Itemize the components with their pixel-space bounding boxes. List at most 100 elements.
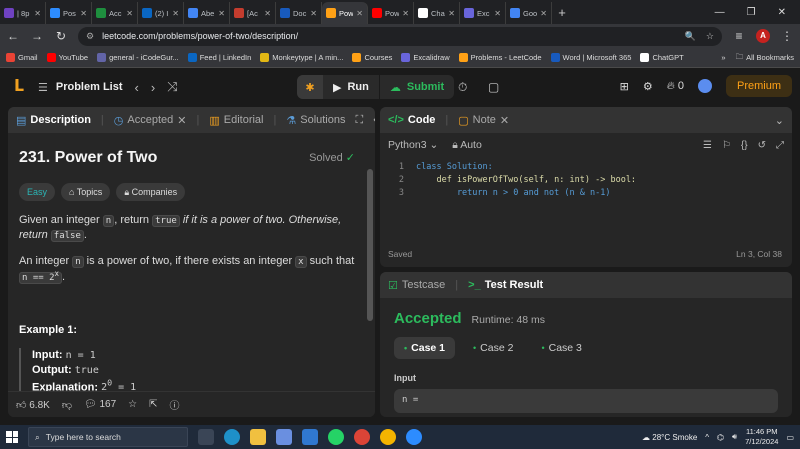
browser-tab[interactable]: Doc ✕ (276, 2, 322, 24)
close-icon[interactable]: ✕ (540, 9, 547, 18)
bookmark-item[interactable]: Monkeytype | A min... (260, 53, 343, 62)
tab-solutions[interactable]: ⚗ Solutions (286, 114, 345, 127)
browser-tab[interactable]: (2) I ✕ (138, 2, 184, 24)
topics-tag[interactable]: ⌂ Topics (61, 182, 111, 201)
close-icon[interactable]: ✕ (448, 9, 455, 18)
reset-icon[interactable]: ↺ (758, 140, 766, 151)
close-icon[interactable]: ✕ (218, 9, 225, 18)
autocomplete-toggle[interactable]: 🔒︎ Auto (452, 139, 482, 152)
close-icon[interactable]: ✕ (264, 9, 271, 18)
bookmark-item[interactable]: Problems - LeetCode (458, 53, 542, 62)
edge-icon[interactable] (224, 429, 240, 445)
new-tab-button[interactable]: + (552, 2, 572, 24)
forward-icon[interactable]: → (30, 29, 44, 43)
language-select[interactable]: Python3 ⌄ (388, 139, 438, 151)
dislike-button[interactable]: 👎︎ (62, 399, 72, 411)
bookmark-item[interactable]: Feed | LinkedIn (187, 53, 251, 62)
collapse-icon[interactable]: ‹ (373, 114, 375, 127)
zoom-icon[interactable]: 🔍 (685, 31, 696, 42)
chrome-profile-icon[interactable] (380, 429, 396, 445)
close-icon[interactable]: ✕ (126, 9, 133, 18)
menu-icon[interactable]: ⋮ (780, 29, 794, 43)
extensions-icon[interactable]: ≡ (732, 29, 746, 43)
close-icon[interactable]: ✕ (402, 9, 409, 18)
settings-icon[interactable]: ⚙ (643, 80, 653, 93)
url-input[interactable]: ⚙ leetcode.com/problems/power-of-two/des… (78, 26, 722, 46)
windows-start-icon[interactable] (6, 431, 18, 443)
bookmark-item[interactable]: Courses (352, 53, 392, 62)
timer-icon[interactable]: ⏱ (458, 80, 467, 95)
chevron-left-icon[interactable]: ‹ (135, 80, 139, 95)
bookmark-item[interactable]: general - iCodeGur... (97, 53, 179, 62)
tab-testcase[interactable]: ☑ Testcase (388, 279, 445, 292)
run-button[interactable]: ▶ Run (323, 75, 379, 99)
back-icon[interactable]: ← (6, 29, 20, 43)
note-icon[interactable]: ▢ (488, 80, 499, 94)
case-tab[interactable]: • Case 1 (394, 337, 456, 359)
like-button[interactable]: 👍︎ 6.8K (16, 399, 50, 411)
close-icon[interactable]: ✕ (34, 9, 41, 18)
streak-counter[interactable]: 🔥︎ 0 (667, 80, 684, 93)
close-icon[interactable]: ✕ (177, 114, 186, 127)
store-icon[interactable] (276, 429, 292, 445)
case-tab[interactable]: • Case 3 (531, 337, 591, 359)
braces-icon[interactable]: {} (741, 140, 748, 151)
network-icon[interactable]: ⌬ (717, 433, 724, 442)
layout-icon[interactable]: ⊞ (620, 80, 629, 93)
debug-button[interactable]: ✱ (297, 75, 323, 99)
problem-list-button[interactable]: ☰ Problem List (38, 81, 123, 94)
close-icon[interactable]: ✕ (494, 9, 501, 18)
star-icon[interactable]: ☆ (128, 399, 137, 410)
minimize-icon[interactable]: — (715, 2, 725, 24)
bookmark-item[interactable]: YouTube (46, 53, 88, 62)
chevron-right-icon[interactable]: » (721, 53, 725, 62)
tab-code[interactable]: </> Code (388, 114, 435, 126)
close-icon[interactable]: ✕ (172, 9, 179, 18)
user-avatar[interactable] (697, 79, 712, 93)
chevron-right-icon[interactable]: › (151, 80, 155, 95)
close-icon[interactable]: ✕ (356, 9, 363, 18)
code-editor[interactable]: 1 class Solution: 2 def isPowerOfTwo(self… (380, 157, 792, 200)
maximize-icon[interactable]: ⛶ (356, 114, 364, 127)
tab-description[interactable]: ▤ Description (16, 114, 91, 127)
bookmark-item[interactable]: Gmail (6, 53, 38, 62)
leetcode-logo[interactable]: ᒪ (10, 78, 28, 96)
premium-button[interactable]: Premium (725, 75, 792, 97)
browser-tab[interactable]: Cha ✕ (414, 2, 460, 24)
bookmark-star-icon[interactable]: ☆ (706, 31, 714, 42)
bookmark-item[interactable]: ChatGPT (640, 53, 684, 62)
close-icon[interactable]: ✕ (80, 9, 87, 18)
notifications-icon[interactable]: ▭ (786, 433, 794, 442)
bookmark-item[interactable]: Word | Microsoft 365 (550, 53, 631, 62)
tab-note[interactable]: ▢ Note ✕ (458, 114, 509, 127)
tab-test-result[interactable]: >_ Test Result (468, 279, 543, 291)
bookmark-icon[interactable]: ⚐ (722, 140, 731, 151)
file-explorer-icon[interactable] (250, 429, 266, 445)
volume-icon[interactable]: 🔊︎ (732, 432, 737, 442)
clock[interactable]: 11:46 PM 7/12/2024 (745, 427, 778, 447)
browser-tab[interactable]: Acc ✕ (92, 2, 138, 24)
close-window-icon[interactable]: ✕ (778, 2, 786, 24)
task-view-icon[interactable] (198, 429, 214, 445)
whatsapp-icon[interactable] (328, 429, 344, 445)
case-tab[interactable]: • Case 2 (463, 337, 523, 359)
expand-icon[interactable]: ⤢ (776, 140, 784, 151)
browser-tab[interactable]: Pos ✕ (46, 2, 92, 24)
browser-tab-active[interactable]: Pow ✕ (322, 2, 368, 24)
collapse-icon[interactable]: ⌄ (775, 114, 784, 127)
browser-tab[interactable]: [Ac ✕ (230, 2, 276, 24)
reload-icon[interactable]: ↻ (54, 29, 68, 43)
close-icon[interactable]: ✕ (500, 114, 509, 127)
all-bookmarks-button[interactable]: 🗀 All Bookmarks (736, 51, 794, 64)
scrollbar[interactable] (367, 169, 373, 321)
mail-icon[interactable] (302, 429, 318, 445)
chrome-icon[interactable] (354, 429, 370, 445)
taskbar-search[interactable]: ⌕ Type here to search (28, 427, 188, 447)
browser-tab[interactable]: Goo ✕ (506, 2, 552, 24)
browser-tab[interactable]: Pow ✕ (368, 2, 414, 24)
shuffle-icon[interactable]: ⤨ (167, 79, 177, 95)
format-icon[interactable]: ☰ (703, 140, 712, 151)
submit-button[interactable]: ☁ Submit (380, 75, 454, 99)
profile-avatar[interactable]: A (756, 29, 770, 43)
browser-tab[interactable]: Abe ✕ (184, 2, 230, 24)
